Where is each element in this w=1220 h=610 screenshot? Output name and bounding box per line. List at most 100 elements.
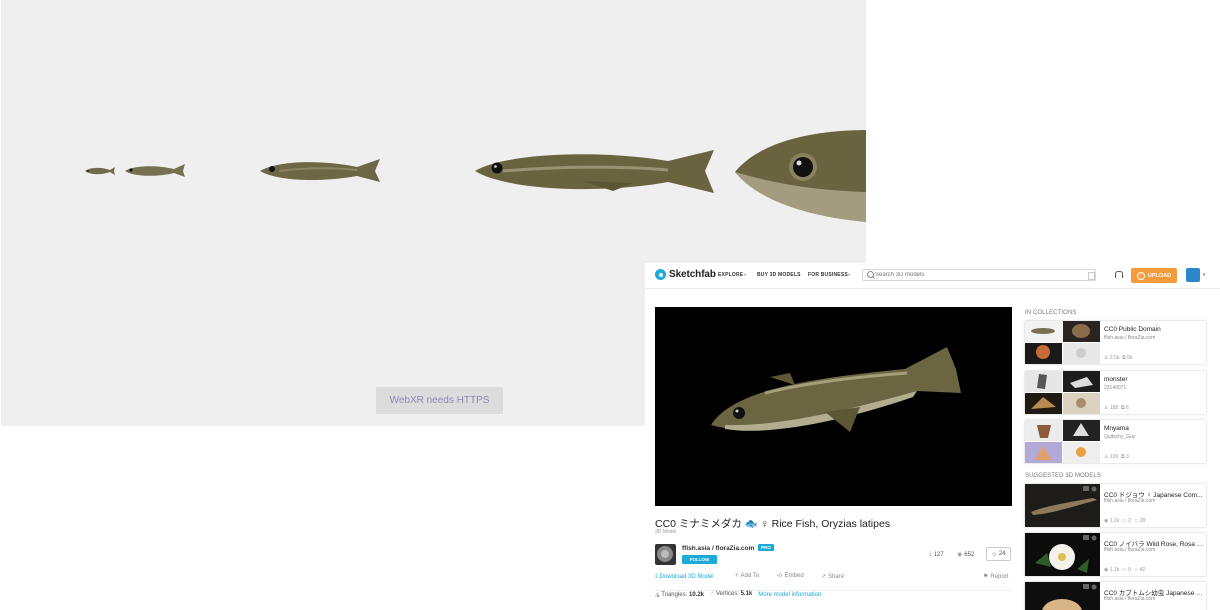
nav-buy-3d-models[interactable]: BUY 3D MODELS bbox=[757, 272, 801, 278]
suggested-likes: 28 bbox=[1139, 518, 1146, 524]
like-button[interactable]: ☆ 24 bbox=[986, 547, 1011, 561]
models-icon: ⧉ bbox=[1121, 454, 1125, 460]
suggested-author[interactable]: ffish.asia / floraZia.com bbox=[1104, 596, 1155, 602]
collection-author[interactable]: Quitschy_Guy bbox=[1104, 434, 1135, 440]
model-type-label: 3D Model bbox=[655, 529, 677, 535]
suggested-model-card[interactable]: CC0 ノイバラ Wild Rose, Rosa m... ffish.asia… bbox=[1025, 533, 1206, 576]
triangles-value: 10.2k bbox=[688, 592, 704, 598]
upload-button[interactable]: ↑ UPLOAD bbox=[1131, 268, 1177, 283]
search-input[interactable] bbox=[862, 269, 1096, 281]
collection-author[interactable]: 23140071 bbox=[1104, 385, 1126, 391]
triangles-label: Triangles: bbox=[661, 592, 688, 598]
download-icon: ⤓ bbox=[655, 573, 658, 579]
comment-icon: ▭ bbox=[1122, 518, 1127, 524]
views-value: 652 bbox=[964, 551, 975, 558]
model-title: CC0 ミナミメダカ 🐟 ♀ Rice Fish, Oryzias latipe… bbox=[655, 518, 891, 530]
collection-thumbnails bbox=[1025, 420, 1100, 463]
rice-fish-model bbox=[711, 347, 961, 432]
suggested-author[interactable]: ffish.asia / floraZia.com bbox=[1104, 547, 1155, 553]
search-icon bbox=[867, 271, 874, 278]
logo-text: Sketchfab bbox=[669, 269, 716, 280]
collection-models: 6 bbox=[1125, 405, 1129, 411]
suggested-likes: 42 bbox=[1139, 567, 1146, 573]
follow-button[interactable]: FOLLOW bbox=[682, 555, 717, 564]
suggested-model-card[interactable]: CC0 カブトムシ幼虫 Japanese R... ffish.asia / f… bbox=[1025, 582, 1206, 610]
share-button[interactable]: ↗ Share bbox=[821, 573, 845, 581]
collection-title[interactable]: Mnyama bbox=[1104, 425, 1204, 432]
report-button[interactable]: ⚑ Report bbox=[983, 573, 1009, 581]
collection-author[interactable]: ffish.asia / floraZia.com bbox=[1104, 335, 1155, 341]
top-navbar: Sketchfab EXPLORE ▾ BUY 3D MODELS FOR BU… bbox=[645, 263, 1220, 289]
upload-icon: ↑ bbox=[1136, 271, 1145, 280]
comment-icon: ▭ bbox=[1122, 567, 1127, 573]
collection-models: 5k bbox=[1127, 355, 1133, 361]
collection-title[interactable]: CC0 Public Domain bbox=[1104, 326, 1204, 333]
user-avatar[interactable] bbox=[1186, 268, 1200, 282]
collection-card[interactable]: monster 23140071 ♙ 188 ⧉ 6 bbox=[1025, 371, 1206, 414]
webxr-https-button[interactable]: WebXR needs HTTPS bbox=[376, 387, 503, 414]
chevron-down-icon: ▾ bbox=[744, 272, 747, 277]
download-label: Download 3D Model bbox=[659, 573, 714, 580]
upload-label: UPLOAD bbox=[1147, 272, 1172, 279]
suggested-author[interactable]: ffish.asia / floraZia.com bbox=[1104, 498, 1155, 504]
collection-models: 3 bbox=[1125, 454, 1129, 460]
fish-model-small bbox=[125, 164, 185, 177]
suggested-views: 1.1k bbox=[1109, 567, 1120, 573]
bell-icon[interactable] bbox=[1115, 271, 1123, 278]
suggested-stats: ◉ 1.2k ▭ 2 ☆ 28 bbox=[1104, 518, 1145, 524]
search-shortcut-icon bbox=[1088, 272, 1095, 280]
embed-button[interactable]: ‹/› Embed bbox=[777, 573, 804, 579]
plus-icon: + bbox=[735, 573, 739, 579]
collection-stats: ♙ 2.5k ⧉ 5k bbox=[1104, 355, 1132, 361]
collection-likes: 109 bbox=[1109, 454, 1119, 460]
model-stats-row: ◮ Triangles: 10.2k ⟋ Vertices: 5.1k More… bbox=[655, 590, 1012, 598]
collection-thumbnails bbox=[1025, 371, 1100, 414]
star-icon: ☆ bbox=[1133, 518, 1139, 524]
vertices-value: 5.1k bbox=[740, 591, 753, 597]
likes-value: 24 bbox=[998, 551, 1006, 557]
share-label: Share bbox=[828, 573, 845, 580]
add-to-label: Add To bbox=[740, 573, 760, 579]
code-icon: ‹/› bbox=[777, 573, 783, 579]
model-3d-viewer[interactable] bbox=[655, 307, 1012, 506]
fish-model-medium bbox=[260, 159, 380, 182]
chevron-down-icon: ▾ bbox=[848, 272, 851, 277]
share-icon: ↗ bbox=[821, 574, 827, 580]
star-icon: ☆ bbox=[991, 551, 997, 558]
fish-model-tiny bbox=[85, 167, 115, 175]
embed-label: Embed bbox=[784, 573, 804, 579]
pro-badge: PRO bbox=[758, 544, 774, 551]
suggested-comments: 2 bbox=[1128, 518, 1131, 524]
add-to-button[interactable]: + Add To bbox=[735, 573, 759, 579]
collection-card[interactable]: CC0 Public Domain ffish.asia / floraZia.… bbox=[1025, 321, 1206, 364]
fish-model-large bbox=[475, 150, 714, 193]
collection-title[interactable]: monster bbox=[1104, 376, 1204, 383]
star-icon: ☆ bbox=[1133, 567, 1139, 573]
nav-for-business[interactable]: FOR BUSINESS bbox=[808, 272, 848, 278]
nav-explore[interactable]: EXPLORE bbox=[718, 272, 743, 278]
like-icon: ♙ bbox=[1104, 355, 1109, 361]
report-label: Report bbox=[990, 573, 1009, 580]
collection-stats: ♙ 109 ⧉ 3 bbox=[1104, 454, 1129, 460]
author-link[interactable]: ffish.asia / floraZia.com bbox=[682, 545, 754, 552]
models-icon: ⧉ bbox=[1121, 405, 1125, 411]
download-icon: ⤓ bbox=[929, 551, 932, 557]
more-model-info-link[interactable]: More model information bbox=[758, 592, 821, 598]
suggested-views: 1.2k bbox=[1109, 518, 1120, 524]
collection-card[interactable]: Mnyama Quitschy_Guy ♙ 109 ⧉ 3 bbox=[1025, 420, 1206, 463]
collection-stats: ♙ 188 ⧉ 6 bbox=[1104, 405, 1129, 411]
collection-thumbnails bbox=[1025, 321, 1100, 364]
sketchfab-logo[interactable]: Sketchfab bbox=[655, 269, 716, 280]
triangle-icon: ◮ bbox=[655, 592, 660, 598]
eye-icon: ◉ bbox=[1104, 518, 1109, 524]
chevron-down-icon[interactable]: ▾ bbox=[1203, 272, 1206, 278]
author-avatar[interactable] bbox=[655, 544, 676, 565]
suggested-model-card[interactable]: CC0 ドジョウ ♀ Japanese Com... ffish.asia / … bbox=[1025, 484, 1206, 527]
vertex-icon: ⟋ bbox=[710, 591, 715, 597]
download-model-link[interactable]: ⤓ Download 3D Model bbox=[655, 573, 714, 580]
flag-icon: ⚑ bbox=[983, 574, 989, 580]
vertices-label: Vertices: bbox=[715, 591, 739, 597]
model-thumbnail bbox=[1025, 533, 1100, 576]
models-icon: ⧉ bbox=[1122, 355, 1126, 361]
collection-likes: 188 bbox=[1109, 405, 1119, 411]
